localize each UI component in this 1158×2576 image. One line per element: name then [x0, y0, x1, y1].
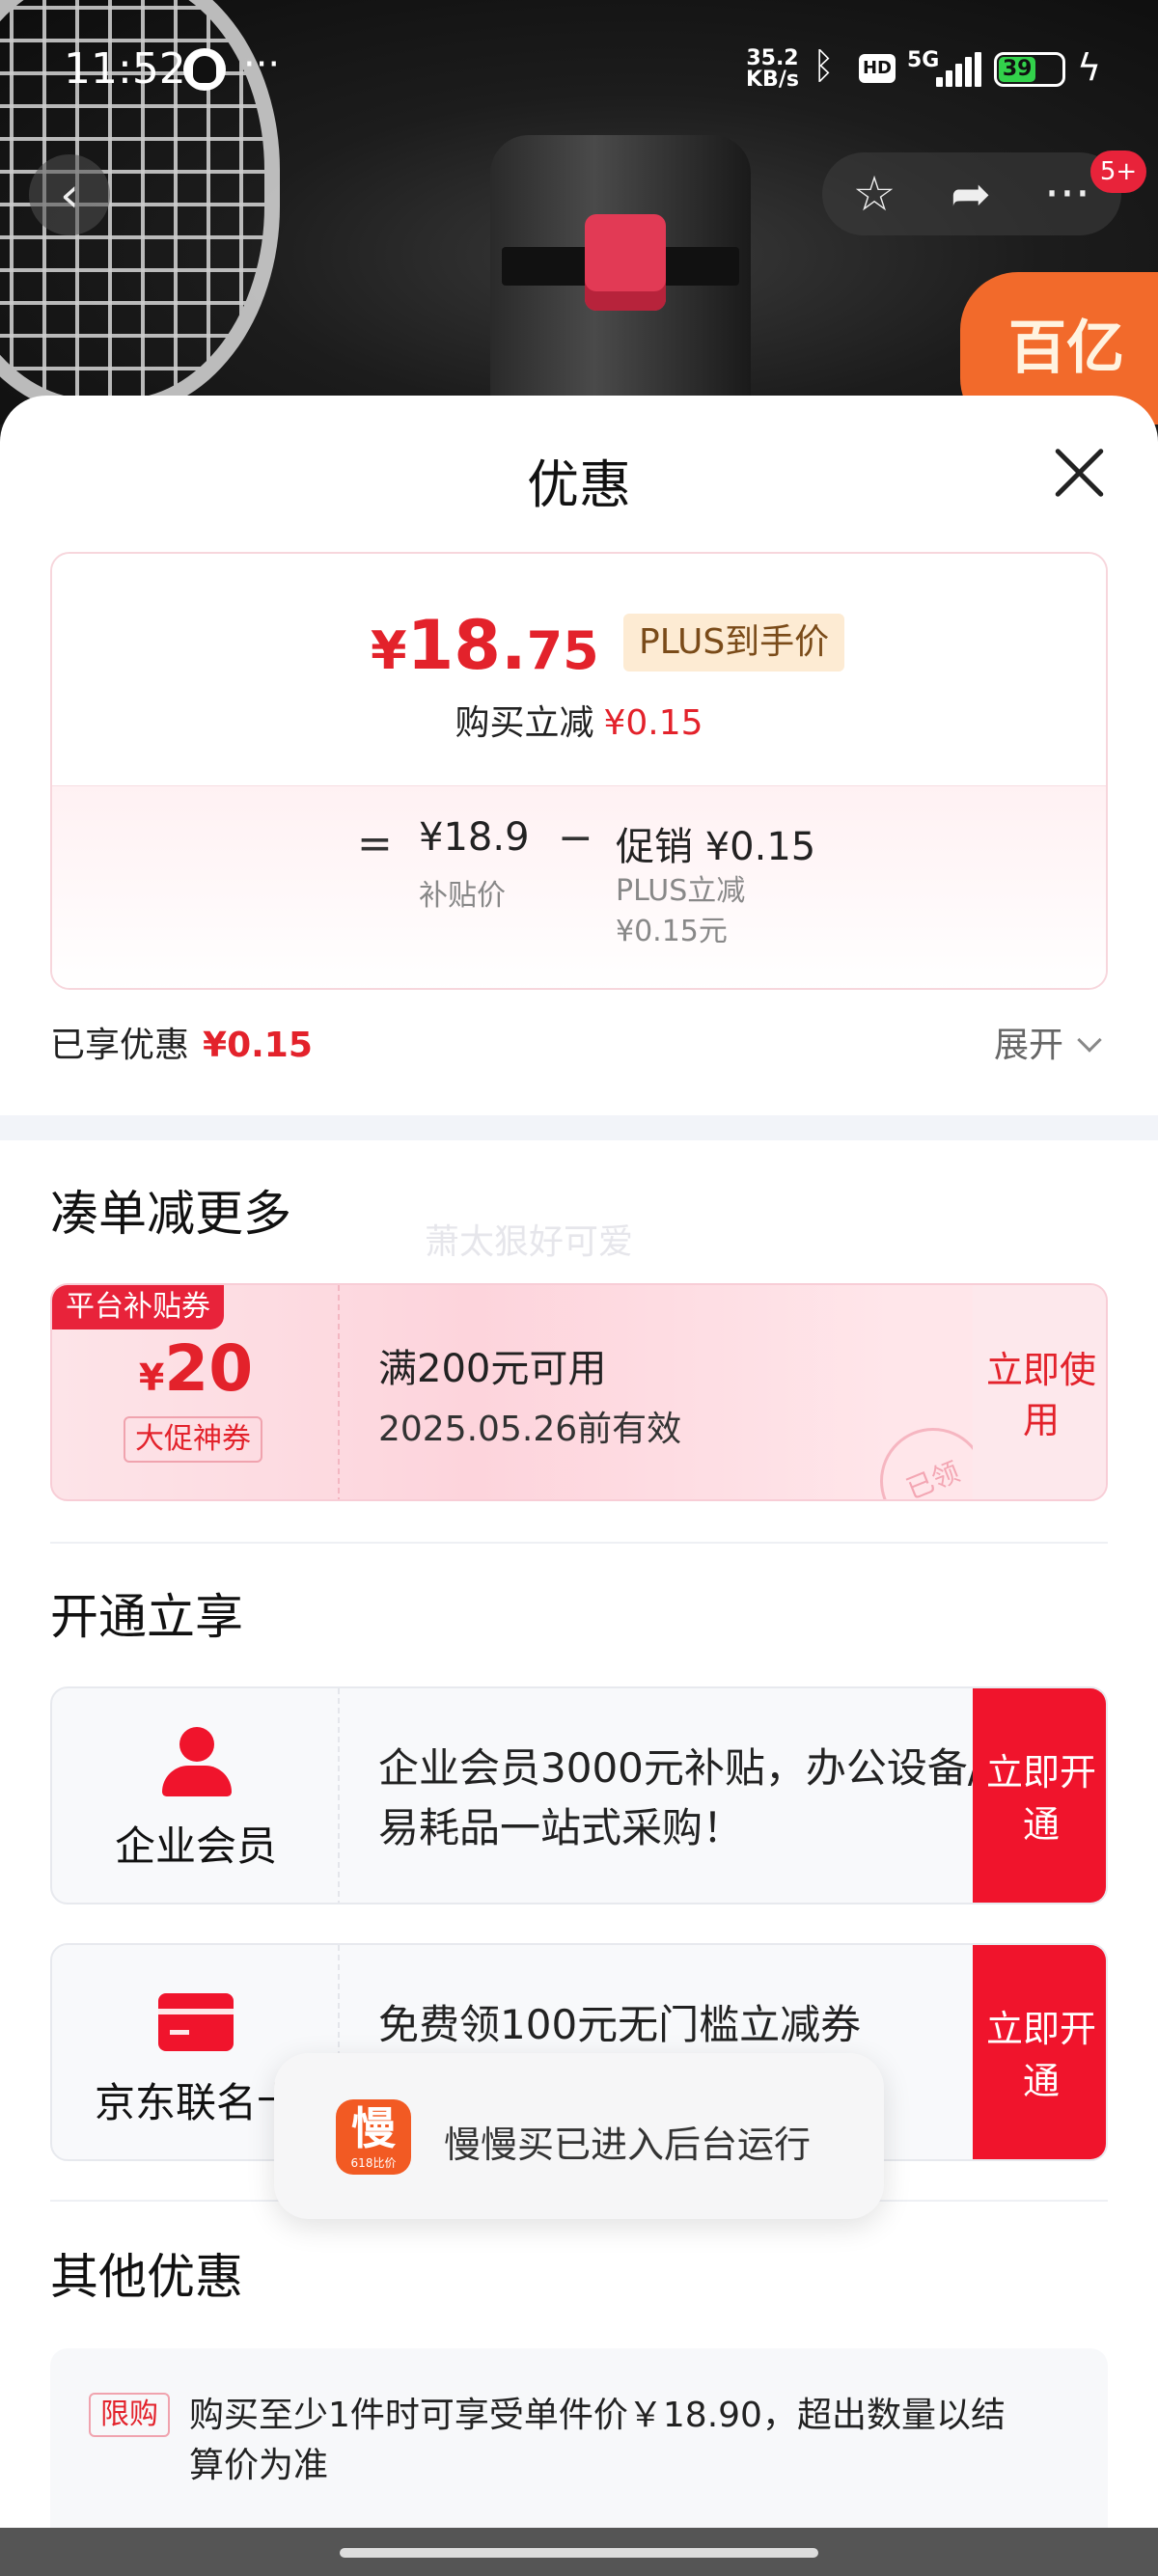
- chevron-left-icon: ‹: [60, 167, 79, 223]
- coupon-amount: ¥20: [52, 1331, 340, 1406]
- promo-detail-1: PLUS立减: [616, 874, 746, 908]
- buy-reduce-line: 购买立减 ¥0.15: [52, 695, 1106, 745]
- sheet-title: 优惠: [527, 454, 631, 515]
- enjoyed-label: 已享优惠: [50, 1026, 190, 1065]
- bluetooth-icon: ᛒ: [813, 44, 835, 87]
- close-button[interactable]: [1044, 438, 1114, 507]
- card-description: 企业会员3000元补贴，办公设备/易耗品一站式采购！: [378, 1744, 982, 1851]
- equals-sign: =: [357, 819, 393, 868]
- plus-price-tag: PLUS到手价: [623, 614, 845, 671]
- promo-detail: PLUS立减 ¥0.15元: [616, 871, 745, 952]
- coupon-currency: ¥: [138, 1357, 165, 1399]
- open-now-button[interactable]: 立即开通: [973, 1945, 1106, 2159]
- section-title-more: 凑单减更多: [50, 1186, 291, 1242]
- section-divider: [0, 1115, 1158, 1140]
- coupon-tag: 平台补贴券: [52, 1285, 224, 1329]
- more-icon: ···: [1044, 166, 1090, 222]
- coupon-value-area: 平台补贴券 ¥20 大促神券: [52, 1285, 340, 1499]
- app-icon-char: 慢: [351, 2102, 396, 2154]
- network-type: 5G: [907, 48, 940, 72]
- final-price: ¥18.75: [371, 606, 599, 685]
- more-notifications-icon: ···: [243, 42, 281, 87]
- section-title-open: 开通立享: [50, 1589, 243, 1645]
- buy-reduce-label: 购买立减: [455, 703, 594, 743]
- net-speed-value: 35.2: [746, 46, 799, 70]
- credit-card-icon: [158, 1993, 234, 2051]
- card-description: 免费领100元无门槛立减券: [378, 2001, 862, 2048]
- app-icon-sub: 618比价: [350, 2156, 397, 2170]
- purchase-limit-notice: 限购 购买至少1件时可享受单件价￥18.90，超出数量以结算价为准: [50, 2348, 1108, 2528]
- coupon-sub-badge: 大促神券: [124, 1416, 262, 1463]
- coupon-validity: 2025.05.26前有效: [378, 1410, 682, 1449]
- charging-icon: ϟ: [1077, 46, 1102, 89]
- card-left: 企业会员: [52, 1688, 340, 1903]
- net-speed: 35.2 KB/s: [746, 48, 799, 91]
- section-title-other: 其他优惠: [50, 2249, 243, 2305]
- subsidy-label: 补贴价: [419, 879, 506, 913]
- coupon-condition: 满200元可用: [378, 1347, 607, 1391]
- share-icon: ➦: [951, 166, 991, 222]
- message-badge: 5+: [1090, 151, 1146, 193]
- back-button[interactable]: ‹: [29, 154, 110, 235]
- card-name: 企业会员: [114, 1822, 277, 1870]
- platform-coupon[interactable]: 平台补贴券 ¥20 大促神券 满200元可用 2025.05.26前有效 已领 …: [50, 1283, 1108, 1501]
- final-price-decimal: 75: [526, 620, 599, 681]
- subsidy-price: ¥18.9: [419, 815, 530, 860]
- enterprise-member-card[interactable]: 企业会员 企业会员3000元补贴，办公设备/易耗品一站式采购！ 立即开通: [50, 1686, 1108, 1905]
- favorite-button[interactable]: ☆: [826, 152, 923, 235]
- qq-icon: [183, 48, 226, 91]
- price-card: ¥18.75 PLUS到手价 购买立减 ¥0.15 = ¥18.9 补贴价 − 促…: [50, 552, 1108, 990]
- final-price-currency: ¥: [371, 620, 407, 681]
- final-price-int: 18.: [406, 606, 527, 685]
- enjoyed-value: ¥0.15: [203, 1026, 313, 1065]
- watermark: 萧太狠好可爱: [425, 1222, 634, 1262]
- person-icon: [160, 1727, 234, 1800]
- limit-text: 购买至少1件时可享受单件价￥18.90，超出数量以结算价为准: [189, 2396, 1006, 2485]
- open-now-button[interactable]: 立即开通: [973, 1688, 1106, 1903]
- share-button[interactable]: ➦: [923, 152, 1019, 235]
- use-coupon-button[interactable]: 立即使用: [973, 1285, 1106, 1499]
- manmanmai-app-icon: 慢 618比价: [336, 2099, 411, 2175]
- bottle-lock: [585, 214, 666, 311]
- chevron-down-icon: [1077, 1028, 1102, 1053]
- promo-detail-2: ¥0.15元: [616, 915, 728, 948]
- divider: [50, 1542, 1108, 1544]
- expand-button[interactable]: 展开: [994, 1017, 1102, 1067]
- buy-reduce-value: ¥0.15: [603, 703, 703, 743]
- toast-text: 慢慢买已进入后台运行: [444, 2124, 812, 2166]
- background-toast: 慢 618比价 慢慢买已进入后台运行: [274, 2053, 884, 2219]
- price-breakdown: = ¥18.9 补贴价 − 促销 ¥0.15 PLUS立减 ¥0.15元: [52, 785, 1106, 988]
- hd-icon: HD: [859, 54, 896, 83]
- price-summary: ¥18.75 PLUS到手价 购买立减 ¥0.15: [52, 554, 1106, 785]
- battery-icon: 39: [994, 52, 1065, 87]
- enjoyed-discount: 已享优惠 ¥0.15: [50, 1017, 313, 1067]
- status-bar: 11:52 ··· 35.2 KB/s ᛒ HD 5G 39 ϟ: [0, 0, 1158, 135]
- coupon-amount-value: 20: [164, 1331, 254, 1406]
- net-speed-unit: KB/s: [746, 68, 799, 92]
- star-icon: ☆: [852, 166, 896, 222]
- status-time: 11:52: [64, 44, 186, 94]
- top-actions: ☆ ➦ ···: [822, 152, 1121, 235]
- signal-icon: [936, 52, 981, 87]
- home-indicator[interactable]: [340, 2548, 818, 2558]
- expand-label: 展开: [994, 1026, 1064, 1065]
- promo-price: 促销 ¥0.15: [616, 825, 816, 869]
- battery-level: 39: [999, 57, 1036, 82]
- minus-sign: −: [558, 813, 593, 863]
- limit-tag: 限购: [89, 2393, 170, 2437]
